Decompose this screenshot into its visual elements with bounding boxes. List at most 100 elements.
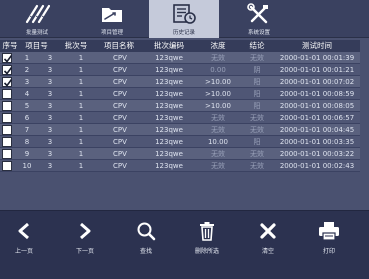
tab-label: 项目管理 <box>100 30 123 36</box>
table-row[interactable]: 7 3 1 CPV 123qwe 无效 无效 2000-01-01 00:04:… <box>0 124 360 136</box>
table-row[interactable]: 3 3 1 CPV 123qwe >10.00 阳 2000-01-01 00:… <box>0 76 360 88</box>
cell-item-no: 3 <box>47 114 53 122</box>
cell-item-no: 3 <box>47 54 53 62</box>
cell-result: 无效 <box>250 114 264 122</box>
cell-conc: >10.00 <box>205 102 231 110</box>
cell-seq: 7 <box>24 126 30 134</box>
cell-name: CPV <box>113 102 127 110</box>
cell-item-no: 3 <box>47 138 53 146</box>
column-header: 浓度 <box>210 41 226 50</box>
table-row[interactable]: 4 3 1 CPV 123qwe >10.00 阳 2000-01-01 00:… <box>0 88 360 100</box>
table-row[interactable]: 6 3 1 CPV 123qwe 无效 无效 2000-01-01 00:06:… <box>0 112 360 124</box>
button-label: 删除所选 <box>194 248 219 255</box>
table-row[interactable]: 9 3 1 CPV 123qwe 无效 无效 2000-01-01 00:03:… <box>0 148 360 160</box>
cell-time: 2000-01-01 00:08:05 <box>279 102 355 110</box>
cell-code: 123qwe <box>155 78 183 86</box>
cell-time: 2000-01-01 00:04:45 <box>279 126 355 134</box>
cell-code: 123qwe <box>155 138 183 146</box>
cell-time: 2000-01-01 00:03:22 <box>279 150 355 158</box>
table-row[interactable]: 5 3 1 CPV 123qwe >10.00 阳 2000-01-01 00:… <box>0 100 360 112</box>
cell-item-no: 3 <box>47 150 53 158</box>
tab-label: 系统设置 <box>247 30 270 36</box>
cell-code: 123qwe <box>155 150 183 158</box>
row-checkbox[interactable] <box>2 161 12 171</box>
cell-seq: 10 <box>22 162 32 170</box>
clear-x-icon <box>256 221 280 241</box>
row-checkbox[interactable] <box>2 89 12 99</box>
cell-seq: 1 <box>24 54 30 62</box>
table-row[interactable]: 1 3 1 CPV 123qwe 无效 无效 2000-01-01 00:01:… <box>0 52 360 64</box>
button-label: 查找 <box>139 248 152 255</box>
cell-result: 无效 <box>250 150 264 158</box>
cell-name: CPV <box>113 54 127 62</box>
cell-batch-no: 1 <box>78 114 84 122</box>
tab-label: 批量测试 <box>25 30 48 36</box>
search-button[interactable]: 查找 <box>126 215 166 261</box>
previous-page-icon <box>12 221 36 241</box>
search-icon <box>134 221 158 241</box>
column-header: 批次编码 <box>154 41 184 50</box>
cell-name: CPV <box>113 90 127 98</box>
cell-conc: >10.00 <box>205 90 231 98</box>
clear-button[interactable]: 清空 <box>248 215 288 261</box>
cell-result: 无效 <box>250 54 264 62</box>
cell-time: 2000-01-01 00:06:57 <box>279 114 355 122</box>
cell-code: 123qwe <box>155 66 183 74</box>
cell-time: 2000-01-01 00:01:21 <box>279 66 355 74</box>
cell-time: 2000-01-01 00:08:59 <box>279 90 355 98</box>
table-row[interactable]: 10 3 1 CPV 123qwe 无效 无效 2000-01-01 00:02… <box>0 160 360 172</box>
delete-selected-button[interactable]: 删除所选 <box>187 215 227 261</box>
cell-conc: 无效 <box>211 150 225 158</box>
cell-conc: >10.00 <box>205 78 231 86</box>
cell-batch-no: 1 <box>78 90 84 98</box>
cell-seq: 2 <box>24 66 30 74</box>
cell-seq: 6 <box>24 114 30 122</box>
column-header: 序号 <box>2 41 18 50</box>
row-checkbox[interactable] <box>2 137 12 147</box>
next-page-button[interactable]: 下一页 <box>65 215 105 261</box>
cell-seq: 8 <box>24 138 30 146</box>
printer-icon <box>317 221 341 241</box>
cell-conc: 无效 <box>211 54 225 62</box>
cell-seq: 5 <box>24 102 30 110</box>
project-folder-icon <box>99 2 125 26</box>
button-label: 清空 <box>261 248 274 255</box>
row-checkbox[interactable] <box>2 65 13 75</box>
batch-test-icon <box>24 2 50 26</box>
tab-label: 历史记录 <box>172 30 195 36</box>
history-record-icon <box>171 2 197 26</box>
tab-batch-test[interactable]: 批量测试 <box>10 0 64 38</box>
system-settings-icon <box>246 2 272 26</box>
cell-batch-no: 1 <box>78 150 84 158</box>
cell-name: CPV <box>113 126 127 134</box>
table-header: 序号 项目号 批次号 项目名称 批次编码 浓度 结论 测试时间 <box>0 40 360 52</box>
column-header: 测试时间 <box>302 41 332 50</box>
cell-batch-no: 1 <box>78 138 84 146</box>
previous-page-button[interactable]: 上一页 <box>4 215 44 261</box>
row-checkbox[interactable] <box>2 101 12 111</box>
next-page-icon <box>73 221 97 241</box>
table-row[interactable]: 2 3 1 CPV 123qwe 0.00 阴 2000-01-01 00:01… <box>0 64 360 76</box>
row-checkbox[interactable] <box>2 77 13 87</box>
tab-history[interactable]: 历史记录 <box>149 0 219 38</box>
print-button[interactable]: 打印 <box>309 215 349 261</box>
tab-project-management[interactable]: 项目管理 <box>85 0 139 38</box>
cell-name: CPV <box>113 150 127 158</box>
row-checkbox[interactable] <box>2 125 12 135</box>
cell-code: 123qwe <box>155 102 183 110</box>
cell-name: CPV <box>113 66 127 74</box>
cell-result: 阴 <box>253 66 261 74</box>
cell-conc: 无效 <box>211 126 225 134</box>
column-header: 项目名称 <box>104 41 134 50</box>
history-screen: 批量测试 项目管理 历史记录 系统设置 序号 项目号 批次号 项目名称 批次编码… <box>0 0 369 279</box>
cell-item-no: 3 <box>47 162 53 170</box>
tab-system-settings[interactable]: 系统设置 <box>224 0 294 38</box>
table-row[interactable]: 8 3 1 CPV 123qwe 10.00 阳 2000-01-01 00:0… <box>0 136 360 148</box>
row-checkbox[interactable] <box>2 113 12 123</box>
cell-conc: 10.00 <box>207 138 229 146</box>
cell-name: CPV <box>113 114 127 122</box>
cell-seq: 4 <box>24 90 30 98</box>
row-checkbox[interactable] <box>2 53 13 63</box>
row-checkbox[interactable] <box>2 149 12 159</box>
button-label: 下一页 <box>75 248 94 255</box>
